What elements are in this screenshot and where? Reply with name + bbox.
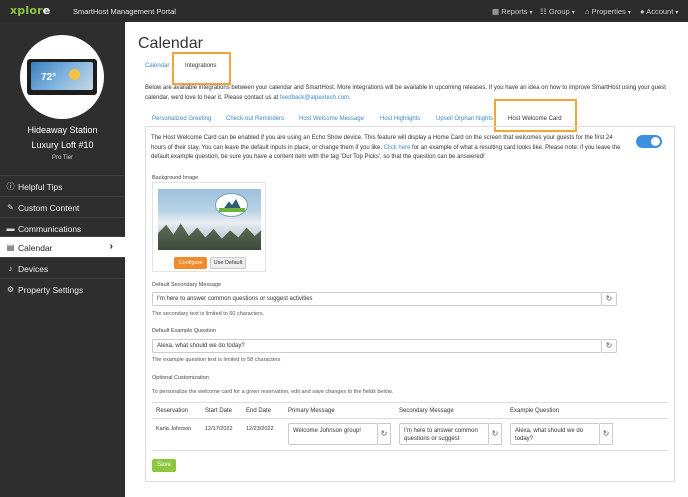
gear-icon: ⚙ — [6, 285, 15, 294]
main-content: Calendar Calendar Integrations Below are… — [125, 22, 688, 497]
pencil-icon: ✎ — [7, 203, 14, 212]
sidebar-item-property-settings[interactable]: ⚙ Property Settings — [0, 278, 125, 299]
subtab-host-highlights[interactable]: Host Highlights — [380, 116, 420, 122]
example-question-help: The example question text is limited to … — [152, 357, 281, 363]
sidebar-item-communications[interactable]: ▬ Communications — [0, 217, 125, 238]
save-button[interactable]: Save — [152, 459, 176, 472]
table-top-divider — [152, 402, 668, 403]
column-header: Primary Message — [288, 408, 335, 414]
example-card-link[interactable]: Click here — [384, 145, 411, 151]
integrations-intro: Below are available integrations between… — [145, 85, 666, 101]
feedback-email-link[interactable]: feedback@alpextech.com — [280, 95, 349, 101]
configure-button[interactable]: Configure — [174, 257, 207, 269]
column-header: Example Question — [510, 408, 560, 414]
column-header: Secondary Message — [399, 408, 454, 414]
sidebar-item-calendar[interactable]: ▤ Calendar › — [0, 236, 125, 257]
calendar-icon: ▤ — [6, 243, 15, 252]
column-header: Start Date — [205, 408, 233, 414]
brand-logo[interactable]: xplore — [10, 4, 50, 17]
tree-line-graphic — [158, 223, 261, 250]
top-navbar: xplore SmartHost Management Portal ▦ Rep… — [0, 0, 688, 22]
sidebar-item-devices[interactable]: ♪ Devices — [0, 257, 125, 278]
page-title: Calendar — [138, 35, 203, 52]
reset-secondary-cell-icon[interactable]: ↻ — [489, 423, 502, 445]
secondary-message-help: The secondary text is limited to 60 char… — [152, 311, 265, 317]
subtab-checkout-reminders[interactable]: Check-out Reminders — [226, 116, 284, 122]
reset-question-icon[interactable]: ↻ — [602, 339, 617, 353]
info-icon: ⓘ — [6, 182, 15, 191]
sun-icon — [69, 69, 80, 80]
mountain-logo-icon — [215, 193, 248, 217]
background-image-preview — [158, 189, 261, 250]
nav-properties[interactable]: ⌂ Properties ▾ — [585, 7, 631, 16]
nav-reports[interactable]: ▦ Reports ▾ — [492, 7, 533, 16]
user-icon: ● — [640, 7, 645, 16]
reservation-name: Karla Johnson — [156, 426, 192, 432]
welcome-card-toggle[interactable] — [636, 135, 662, 148]
chevron-right-icon: › — [109, 241, 113, 252]
caret-down-icon: ▾ — [675, 10, 679, 16]
example-question-input[interactable]: Alexa, what should we do today? — [152, 339, 602, 353]
tab-calendar[interactable]: Calendar — [145, 63, 169, 69]
subtab-host-welcome-message[interactable]: Host Welcome Message — [299, 116, 364, 122]
reset-secondary-icon[interactable]: ↻ — [602, 292, 617, 306]
portal-title: SmartHost Management Portal — [73, 7, 176, 16]
secondary-message-cell-input[interactable]: I'm here to answer common questions or s… — [399, 423, 489, 445]
subtab-upsell-orphan-nights[interactable]: Upsell Orphan Nights — [436, 116, 493, 122]
toggle-knob — [651, 137, 660, 146]
bell-icon: ♪ — [8, 264, 13, 273]
highlight-integrations-tab — [172, 52, 231, 85]
chat-icon: ▬ — [6, 224, 15, 233]
tier-label: Pro Tier — [51, 155, 73, 161]
caret-down-icon: ▾ — [529, 10, 533, 16]
sidebar: 72° Hideaway Station Luxury Loft #10 Pro… — [0, 22, 125, 497]
reset-primary-cell-icon[interactable]: ↻ — [378, 423, 391, 445]
nav-group[interactable]: ☷ Group ▾ — [540, 7, 575, 16]
background-image-label: Background Image — [152, 175, 199, 181]
device-image: 72° — [20, 35, 104, 119]
secondary-message-label: Default Secondary Message — [152, 282, 222, 288]
station-name: Hideaway Station — [27, 125, 98, 135]
property-name: Luxury Loft #10 — [31, 140, 94, 150]
sidebar-item-helpful-tips[interactable]: ⓘ Helpful Tips — [0, 175, 125, 196]
device-temperature: 72° — [41, 72, 57, 83]
use-default-button[interactable]: Use Default — [210, 257, 246, 269]
welcome-card-description: The Host Welcome Card can be enabled if … — [151, 135, 621, 160]
column-header: Reservation — [156, 408, 189, 414]
nav-account[interactable]: ● Account ▾ — [640, 7, 678, 16]
reservation-start-date: 12/17/2022 — [205, 426, 233, 432]
caret-down-icon: ▾ — [571, 10, 575, 16]
table-header-divider — [152, 418, 668, 419]
caret-down-icon: ▾ — [627, 10, 631, 16]
column-header: End Date — [246, 408, 272, 414]
sidebar-item-custom-content[interactable]: ✎ Custom Content — [0, 196, 125, 217]
example-question-label: Default Example Question — [152, 328, 216, 334]
chart-icon: ▦ — [492, 7, 500, 16]
secondary-message-input[interactable]: I'm here to answer common questions or s… — [152, 292, 602, 306]
background-image-box — [152, 182, 266, 272]
primary-message-cell-input[interactable]: Welcome Johnson group! — [288, 423, 378, 445]
home-icon: ⌂ — [585, 7, 590, 16]
optional-customization-label: Optional Customization — [152, 375, 209, 381]
reset-question-cell-icon[interactable]: ↻ — [600, 423, 613, 445]
question-cell-input[interactable]: Alexa, what should we do today? — [510, 423, 600, 445]
subtab-personalized-greeting[interactable]: Personalized Greeting — [152, 116, 211, 122]
users-icon: ☷ — [540, 7, 547, 16]
table-bottom-divider — [152, 450, 668, 451]
reservation-end-date: 12/23/2022 — [246, 426, 274, 432]
optional-customization-help: To personalize the welcome card for a gi… — [152, 389, 393, 395]
